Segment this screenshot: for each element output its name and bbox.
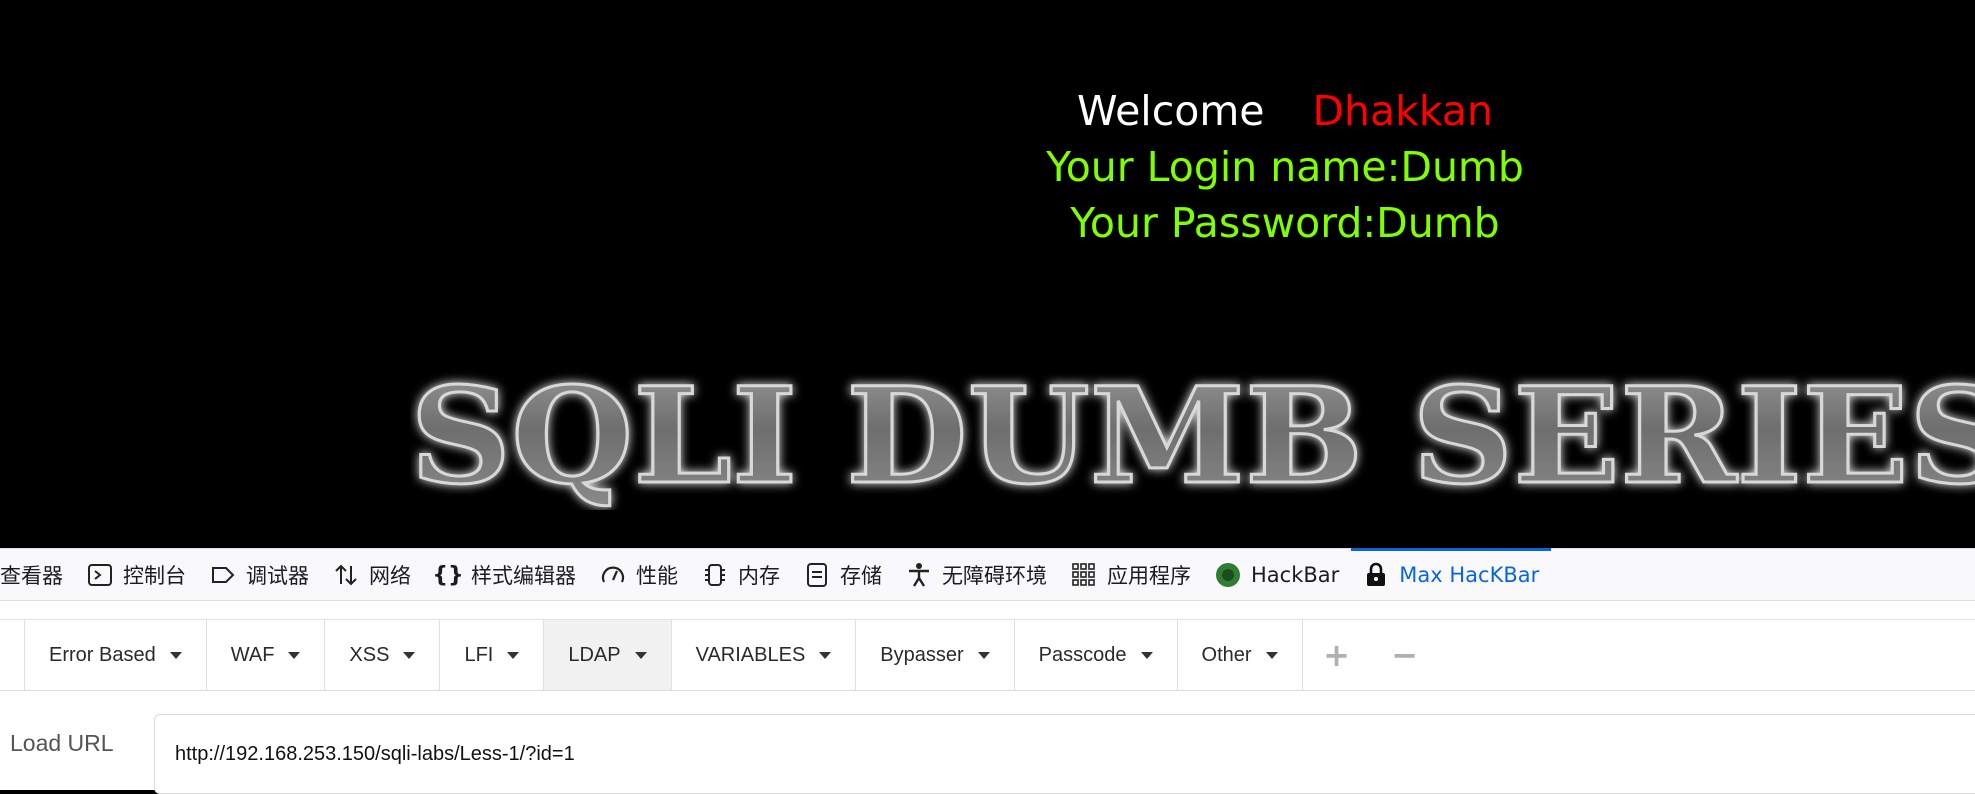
login-name-line: Your Login name:Dumb bbox=[1046, 143, 1524, 191]
accessibility-icon bbox=[906, 562, 932, 588]
devtools-toolbar: 查看器 控制台 调试器 网络 {} 样式编辑器 性能 内存 存储 无障碍环境 应… bbox=[0, 548, 1975, 601]
caret-down-icon bbox=[1265, 651, 1278, 659]
hackbar-menu: Error Based WAF XSS LFI LDAP VARIABLES B… bbox=[0, 619, 1975, 691]
tab-label: 应用程序 bbox=[1107, 564, 1191, 588]
welcome-name: Dhakkan bbox=[1312, 87, 1494, 135]
tab-label: 调试器 bbox=[246, 564, 309, 588]
tab-label: Max HacKBar bbox=[1399, 563, 1540, 587]
tab-label: 网络 bbox=[369, 564, 411, 588]
caret-down-icon bbox=[288, 651, 301, 659]
max-hackbar-icon bbox=[1363, 562, 1389, 588]
tab-label: 样式编辑器 bbox=[471, 564, 576, 588]
add-button[interactable]: + bbox=[1303, 620, 1371, 690]
menu-xss[interactable]: XSS bbox=[325, 620, 441, 690]
tab-application[interactable]: 应用程序 bbox=[1059, 549, 1203, 601]
menu-passcode[interactable]: Passcode bbox=[1015, 620, 1178, 690]
load-url-label[interactable]: Load URL bbox=[10, 730, 114, 757]
menu-lfi[interactable]: LFI bbox=[440, 620, 545, 690]
web-page: Welcome Dhakkan Your Login name:Dumb Your… bbox=[0, 0, 1975, 548]
menu-bypasser[interactable]: Bypasser bbox=[856, 620, 1015, 690]
caret-down-icon bbox=[169, 651, 182, 659]
menu-label: WAF bbox=[230, 643, 275, 666]
tab-label: 内存 bbox=[738, 564, 780, 588]
console-icon bbox=[87, 562, 113, 588]
menu-label: Passcode bbox=[1038, 643, 1127, 666]
style-editor-icon: {} bbox=[432, 562, 464, 588]
hackbar-menu-truncated[interactable] bbox=[0, 620, 25, 690]
caret-down-icon bbox=[403, 651, 416, 659]
menu-label: Error Based bbox=[49, 643, 156, 666]
tab-performance[interactable]: 性能 bbox=[588, 549, 690, 601]
memory-icon bbox=[702, 562, 728, 588]
performance-icon bbox=[600, 562, 626, 588]
caret-down-icon bbox=[634, 651, 647, 659]
tab-hackbar[interactable]: HackBar bbox=[1203, 549, 1351, 601]
caret-down-icon bbox=[507, 651, 520, 659]
network-icon bbox=[333, 562, 359, 588]
menu-label: Bypasser bbox=[880, 643, 964, 666]
banner-text: SQLI DUMB SERIES bbox=[410, 360, 1975, 510]
menu-label: LFI bbox=[464, 643, 494, 666]
application-icon bbox=[1071, 562, 1097, 588]
welcome-line: Welcome Dhakkan bbox=[0, 84, 1975, 138]
menu-error-based[interactable]: Error Based bbox=[25, 620, 207, 690]
remove-button[interactable]: − bbox=[1371, 620, 1439, 690]
sqli-dumb-series-banner: SQLI DUMB SERIES bbox=[410, 360, 1975, 510]
caret-down-icon bbox=[819, 651, 832, 659]
menu-other[interactable]: Other bbox=[1178, 620, 1303, 690]
tab-style-editor[interactable]: {} 样式编辑器 bbox=[423, 549, 588, 601]
welcome-text: Welcome bbox=[1076, 87, 1265, 135]
caret-down-icon bbox=[977, 651, 990, 659]
tab-label: 控制台 bbox=[123, 564, 186, 588]
url-input[interactable] bbox=[154, 714, 1975, 794]
tab-inspector[interactable]: 查看器 bbox=[0, 549, 75, 601]
tab-network[interactable]: 网络 bbox=[321, 549, 423, 601]
tab-label: 存储 bbox=[840, 564, 882, 588]
menu-ldap[interactable]: LDAP bbox=[544, 620, 672, 690]
hackbar-icon bbox=[1215, 562, 1241, 588]
tab-max-hackbar[interactable]: Max HacKBar bbox=[1351, 548, 1552, 601]
menu-label: Other bbox=[1201, 643, 1252, 666]
tab-label: HackBar bbox=[1251, 563, 1340, 587]
menu-label: XSS bbox=[349, 643, 390, 666]
tab-label: 查看器 bbox=[0, 564, 63, 588]
debugger-icon bbox=[210, 562, 236, 588]
password-line: Your Password:Dumb bbox=[1070, 199, 1500, 247]
tab-label: 性能 bbox=[636, 564, 678, 588]
storage-icon bbox=[804, 562, 830, 588]
tab-memory[interactable]: 内存 bbox=[690, 549, 792, 601]
menu-variables[interactable]: VARIABLES bbox=[672, 620, 857, 690]
tab-label: 无障碍环境 bbox=[942, 564, 1047, 588]
menu-waf[interactable]: WAF bbox=[207, 620, 326, 690]
tab-storage[interactable]: 存储 bbox=[792, 549, 894, 601]
tab-debugger[interactable]: 调试器 bbox=[198, 549, 321, 601]
menu-label: LDAP bbox=[568, 643, 621, 666]
caret-down-icon bbox=[1140, 651, 1153, 659]
tab-console[interactable]: 控制台 bbox=[75, 549, 198, 601]
menu-label: VARIABLES bbox=[695, 643, 806, 666]
tab-accessibility[interactable]: 无障碍环境 bbox=[894, 549, 1059, 601]
